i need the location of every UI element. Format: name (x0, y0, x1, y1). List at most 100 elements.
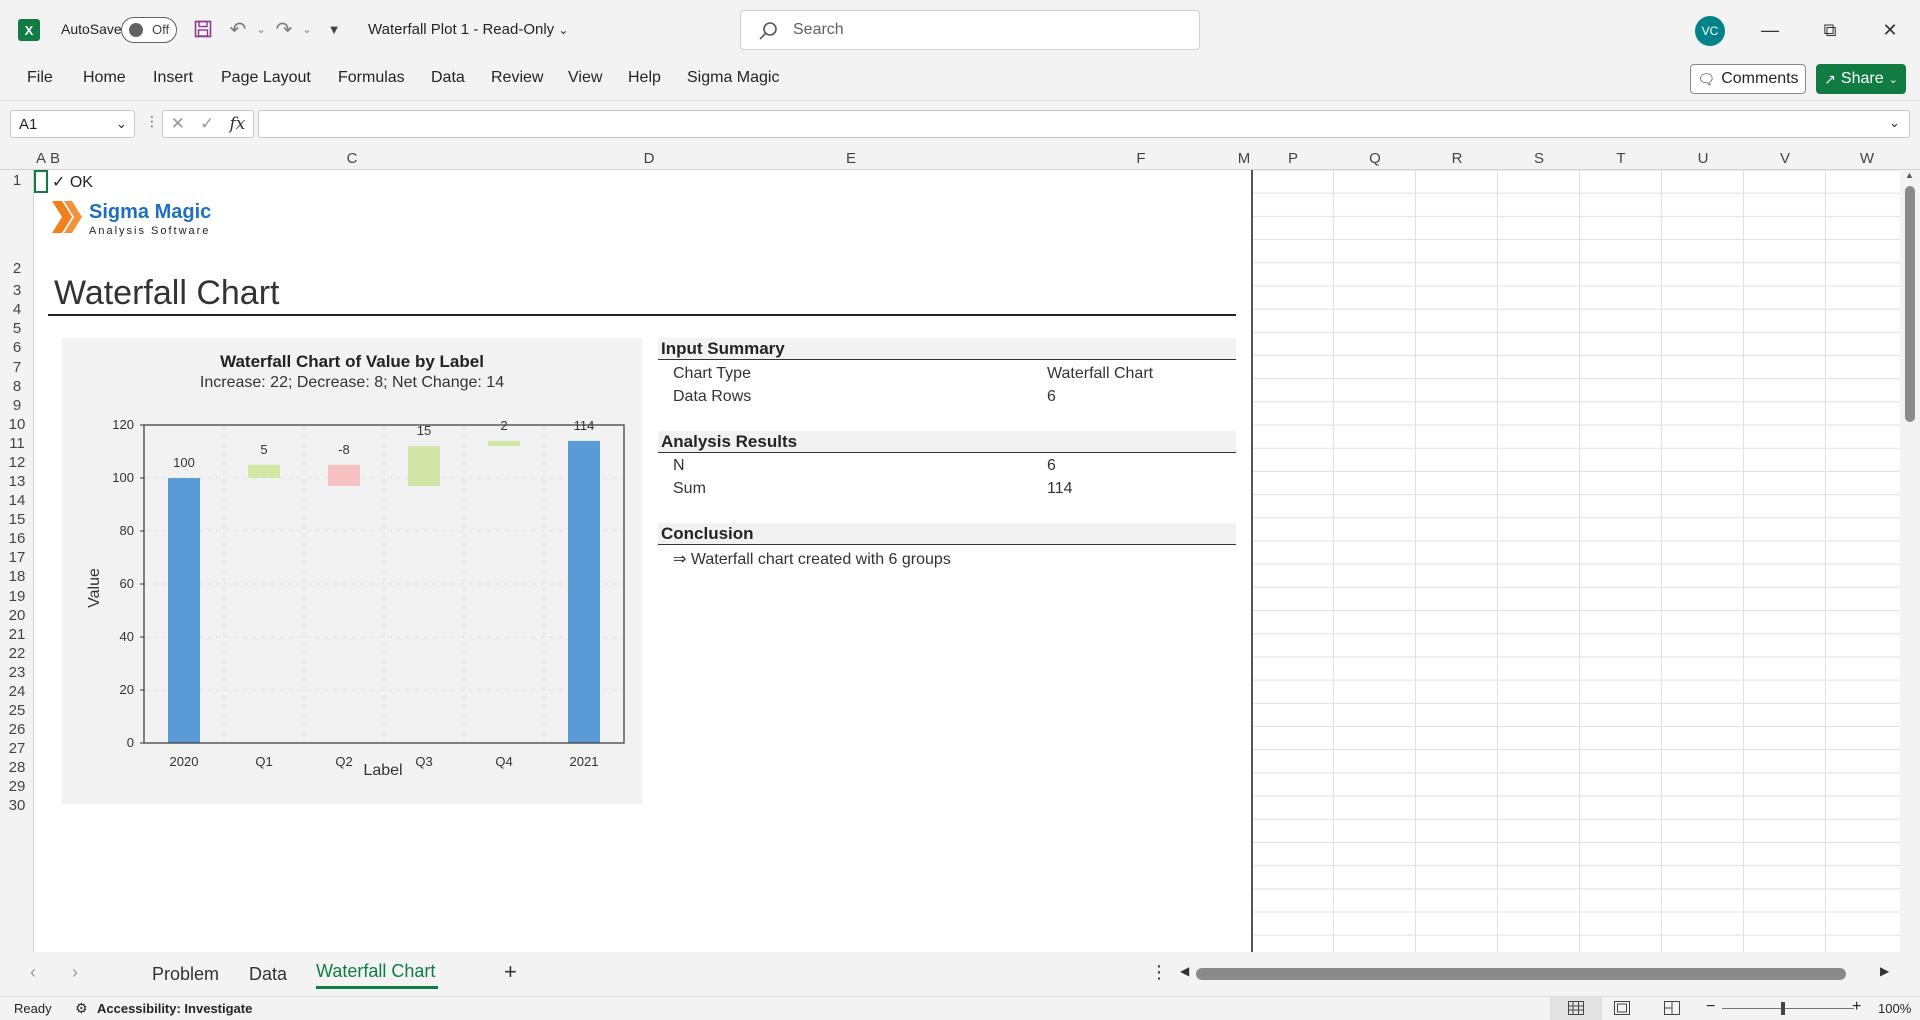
close-icon[interactable]: ✕ (1870, 14, 1910, 46)
row-header[interactable]: 18 (0, 568, 34, 585)
column-header[interactable]: U (1662, 150, 1744, 167)
column-header[interactable]: D (642, 150, 656, 167)
worksheet-grid[interactable]: A B C D E F M P Q R S T U V W 1234567891… (0, 146, 1920, 952)
row-header[interactable]: 17 (0, 549, 34, 566)
column-header[interactable]: W (1826, 150, 1908, 167)
more-options-icon[interactable]: ⋮ (1150, 962, 1168, 983)
row-header[interactable]: 11 (0, 435, 34, 452)
search-input[interactable]: Search (740, 10, 1200, 50)
normal-view-button[interactable] (1550, 997, 1602, 1020)
row-header[interactable]: 12 (0, 454, 34, 471)
selected-cell-a1[interactable] (34, 170, 48, 193)
name-box[interactable]: A1 ⌄ (10, 110, 135, 138)
redo-icon[interactable]: ↷ (272, 17, 296, 41)
page-layout-view-icon[interactable] (1614, 1001, 1630, 1015)
row-header[interactable]: 15 (0, 511, 34, 528)
column-header[interactable]: V (1744, 150, 1826, 167)
save-icon[interactable] (191, 17, 215, 41)
add-sheet-icon[interactable]: + (504, 959, 517, 985)
row-header[interactable]: 14 (0, 492, 34, 509)
row-header[interactable]: 6 (0, 339, 34, 356)
column-header[interactable]: A (34, 150, 48, 167)
row-header[interactable]: 24 (0, 683, 34, 700)
vertical-scrollbar[interactable]: ▲ ▼ (1900, 170, 1920, 952)
customize-toolbar-icon[interactable]: ▼ (322, 17, 346, 41)
tab-file[interactable]: File (27, 69, 53, 87)
tab-help[interactable]: Help (628, 69, 661, 87)
undo-icon[interactable]: ↶ (226, 17, 250, 41)
row-header[interactable]: 27 (0, 740, 34, 757)
row-header[interactable]: 19 (0, 588, 34, 605)
next-sheet-icon[interactable]: › (72, 962, 78, 983)
column-header[interactable]: Q (1334, 150, 1416, 167)
autosave-toggle[interactable]: Off (121, 17, 177, 43)
scroll-left-icon[interactable]: ◀ (1180, 964, 1189, 978)
column-header[interactable]: E (656, 150, 1046, 167)
document-title[interactable]: Waterfall Plot 1 - Read-Only ⌄ (368, 21, 568, 38)
tab-view[interactable]: View (568, 69, 602, 87)
horizontal-scroll-thumb[interactable] (1196, 968, 1846, 980)
insert-function-icon[interactable]: fx (230, 114, 246, 134)
tab-page-layout[interactable]: Page Layout (221, 69, 311, 87)
column-header[interactable]: T (1580, 150, 1662, 167)
more-options-icon[interactable]: ⋮ (145, 113, 159, 130)
prev-sheet-icon[interactable]: ‹ (30, 962, 36, 983)
undo-dropdown-icon[interactable]: ⌄ (249, 17, 273, 41)
row-header[interactable]: 2 (0, 260, 34, 277)
row-header[interactable]: 22 (0, 645, 34, 662)
zoom-in-icon[interactable]: + (1852, 998, 1861, 1016)
restore-icon[interactable]: ⧉ (1810, 14, 1850, 46)
row-header[interactable]: 1 (0, 172, 34, 189)
page-break-view-icon[interactable] (1664, 1001, 1680, 1015)
row-header[interactable]: 13 (0, 473, 34, 490)
cancel-icon[interactable]: ✕ (171, 114, 185, 134)
row-header[interactable]: 7 (0, 359, 34, 376)
row-header[interactable]: 16 (0, 530, 34, 547)
column-header[interactable]: S (1498, 150, 1580, 167)
tab-sigma-magic[interactable]: Sigma Magic (687, 69, 779, 87)
row-header[interactable]: 28 (0, 759, 34, 776)
zoom-slider-track[interactable] (1722, 1008, 1854, 1009)
sheet-tab-data[interactable]: Data (249, 964, 287, 985)
column-header[interactable]: B (48, 150, 62, 167)
row-header[interactable]: 5 (0, 320, 34, 337)
tab-insert[interactable]: Insert (153, 69, 193, 87)
zoom-slider-thumb[interactable] (1781, 1002, 1785, 1015)
tab-home[interactable]: Home (83, 69, 126, 87)
minimize-icon[interactable]: — (1750, 14, 1790, 46)
row-header[interactable]: 4 (0, 301, 34, 318)
row-header[interactable]: 8 (0, 378, 34, 395)
row-header[interactable]: 9 (0, 397, 34, 414)
zoom-level[interactable]: 100% (1878, 1001, 1911, 1016)
formula-input[interactable]: ⌄ (258, 110, 1910, 138)
column-header[interactable]: R (1416, 150, 1498, 167)
column-header[interactable]: F (1046, 150, 1236, 167)
vertical-scroll-thumb[interactable] (1905, 186, 1915, 422)
scroll-up-icon[interactable]: ▲ (1905, 170, 1914, 180)
row-header[interactable]: 10 (0, 416, 34, 433)
avatar[interactable]: VC (1695, 16, 1725, 46)
row-header[interactable]: 20 (0, 607, 34, 624)
accessibility-status[interactable]: Accessibility: Investigate (97, 1001, 252, 1016)
zoom-out-icon[interactable]: − (1706, 998, 1715, 1016)
row-header[interactable]: 30 (0, 797, 34, 814)
scroll-right-icon[interactable]: ▶ (1880, 964, 1889, 978)
row-header[interactable]: 3 (0, 282, 34, 299)
row-header[interactable]: 29 (0, 778, 34, 795)
waterfall-chart[interactable]: Waterfall Chart of Value by Label Increa… (62, 338, 642, 804)
share-button[interactable]: ↗ Share ⌄ (1816, 64, 1906, 94)
row-header[interactable]: 26 (0, 721, 34, 738)
enter-icon[interactable]: ✓ (200, 114, 214, 134)
tab-review[interactable]: Review (491, 69, 543, 87)
redo-dropdown-icon[interactable]: ⌄ (295, 17, 319, 41)
column-header[interactable]: M (1236, 150, 1252, 167)
row-header[interactable]: 21 (0, 626, 34, 643)
tab-formulas[interactable]: Formulas (338, 69, 405, 87)
comments-button[interactable]: 🗨 Comments (1690, 64, 1806, 94)
sheet-tab-problem[interactable]: Problem (152, 964, 219, 985)
row-header[interactable]: 25 (0, 702, 34, 719)
sheet-tab-waterfall-chart[interactable]: Waterfall Chart (316, 961, 435, 982)
column-header[interactable]: C (62, 150, 642, 167)
expand-formula-icon[interactable]: ⌄ (1889, 115, 1900, 131)
column-header[interactable]: P (1252, 150, 1334, 167)
